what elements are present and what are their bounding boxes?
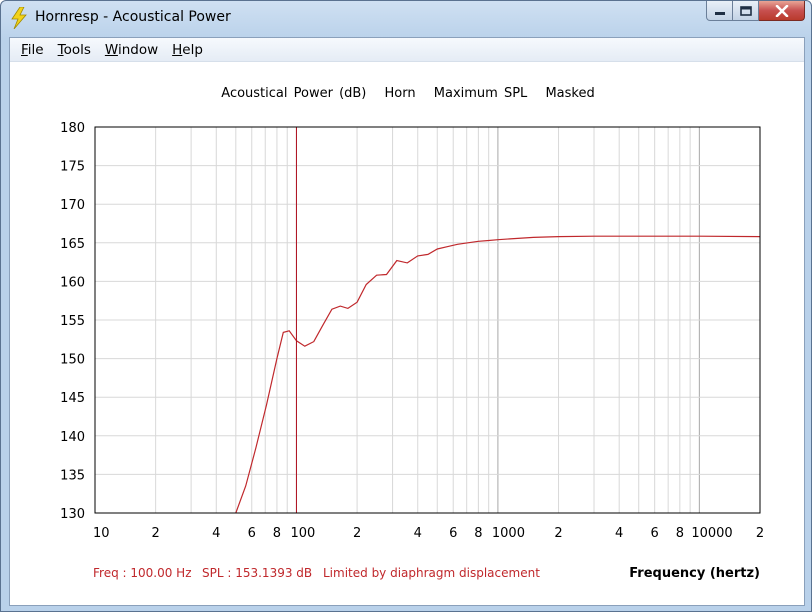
x-tick-label: 8 <box>273 526 281 541</box>
x-tick-label: 2 <box>152 526 160 541</box>
status-frequency: Freq : 100.00 Hz <box>93 566 192 580</box>
window-title: Hornresp - Acoustical Power <box>35 9 231 25</box>
caption-buttons <box>706 1 805 23</box>
x-tick-label: 1000 <box>492 526 525 541</box>
x-tick-label: 4 <box>212 526 220 541</box>
y-tick-label: 175 <box>60 160 85 175</box>
y-tick-label: 155 <box>60 314 85 329</box>
title-bar[interactable]: Hornresp - Acoustical Power <box>1 1 811 37</box>
x-tick-label: 10000 <box>691 526 732 541</box>
status-spl: SPL : 153.1393 dB <box>202 566 313 580</box>
y-tick-label: 145 <box>60 391 85 406</box>
y-tick-label: 180 <box>60 121 85 136</box>
app-window: Hornresp - Acoustical Power File Tools W… <box>0 0 812 612</box>
x-tick-label: 6 <box>651 526 659 541</box>
close-button[interactable] <box>759 1 805 21</box>
minimize-icon <box>714 11 725 15</box>
y-tick-label: 160 <box>60 275 85 290</box>
y-tick-label: 170 <box>60 198 85 213</box>
x-tick-label: 8 <box>474 526 482 541</box>
close-icon <box>775 4 788 17</box>
maximize-button[interactable] <box>733 1 759 21</box>
x-tick-label: 8 <box>676 526 684 541</box>
y-tick-label: 165 <box>60 237 85 252</box>
lightning-bolt-icon <box>11 7 27 29</box>
x-tick-label: 2 <box>353 526 361 541</box>
y-tick-label: 135 <box>60 468 85 483</box>
y-tick-label: 150 <box>60 353 85 368</box>
x-tick-label: 2 <box>554 526 562 541</box>
status-note: Limited by diaphragm displacement <box>323 566 540 580</box>
x-tick-label: 6 <box>449 526 457 541</box>
x-tick-label: 2 <box>756 526 764 541</box>
y-tick-label: 140 <box>60 430 85 445</box>
x-tick-label: 6 <box>248 526 256 541</box>
maximize-icon <box>739 5 752 16</box>
x-tick-label: 100 <box>290 526 315 541</box>
plot-canvas[interactable]: 18017517016516015515014514013513010 2 4 6 8 1… <box>10 38 806 558</box>
y-tick-label: 130 <box>60 507 85 522</box>
client-area: File Tools Window Help Acoustical Power … <box>9 37 805 606</box>
x-axis-label: Frequency (hertz) <box>629 566 760 581</box>
x-tick-label: 4 <box>414 526 422 541</box>
x-tick-label: 4 <box>615 526 623 541</box>
minimize-button[interactable] <box>706 1 733 21</box>
x-tick-label: 10 <box>93 526 110 541</box>
